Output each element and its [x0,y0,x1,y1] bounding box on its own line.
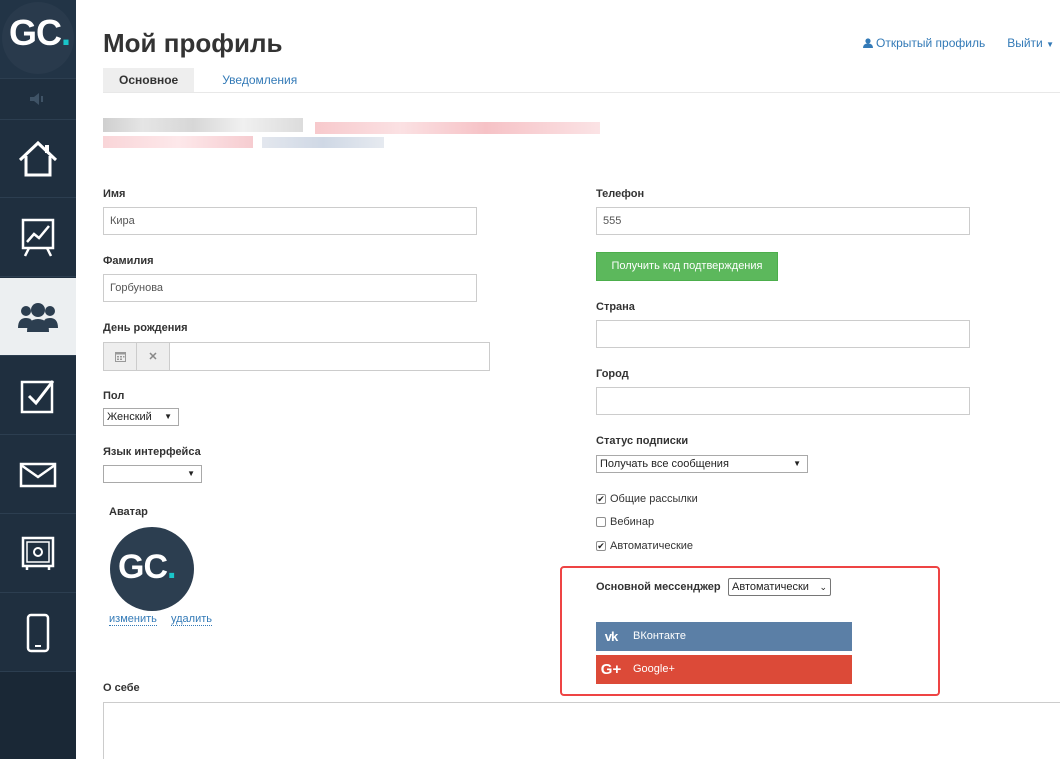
subscription-label: Статус подписки [596,435,689,447]
language-label: Язык интерфейса [103,446,201,458]
public-profile-label: Открытый профиль [875,36,986,50]
tab-main[interactable]: Основное [103,68,195,92]
first-name-label: Имя [103,188,126,200]
avatar-label: Аватар [109,506,148,518]
messenger-label: Основной мессенджер [596,581,721,593]
get-code-button[interactable]: Получить код подтверждения [596,252,778,281]
mobile-phone-icon [26,613,50,652]
subscription-select[interactable]: Получать все сообщения ▼ [596,455,808,473]
messenger-select-value: Автоматически [732,581,809,593]
clear-date-button[interactable]: ✕ [137,343,170,370]
public-profile-link[interactable]: Открытый профиль [862,36,986,50]
profile-tabs: Основное Уведомления [103,68,313,92]
birthday-field: ✕ [103,342,490,371]
checkbox-label: Автоматические [610,540,694,552]
checkbox-icon [20,379,55,413]
gender-label: Пол [103,390,125,402]
page-title: Мой профиль [103,28,283,58]
about-textarea[interactable] [103,702,1060,759]
vk-icon: vk [604,629,618,644]
checkbox-label: Общие рассылки [610,493,698,505]
gender-select[interactable]: Женский ▼ [103,408,179,426]
checkbox-unchecked-icon[interactable] [596,517,606,527]
logout-label: Выйти [1007,36,1043,50]
top-links: Открытый профиль Выйти ▼ [862,36,1054,50]
chevron-down-icon: ▼ [164,412,172,421]
checkbox-checked-icon[interactable]: ✔ [596,494,606,504]
nav-mobile[interactable] [0,594,76,672]
calendar-icon [114,352,126,362]
google-plus-icon: G+ [600,661,622,678]
user-icon [862,38,873,48]
sidebar-footer [0,672,76,759]
birthday-input[interactable] [171,343,489,370]
chevron-down-icon: ▼ [187,469,195,478]
nav-home[interactable] [0,120,76,198]
nav-tasks[interactable] [0,357,76,435]
mail-icon [19,462,57,487]
close-icon: ✕ [148,351,158,363]
speaker-icon-row[interactable] [0,78,76,120]
avatar-delete-link[interactable]: удалить [171,613,213,626]
chevron-down-icon: ▼ [793,459,801,468]
gender-select-value: Женский [107,411,152,423]
last-name-label: Фамилия [103,255,154,267]
tabs-divider [103,92,1060,93]
nav-users[interactable] [0,278,76,356]
messenger-select[interactable]: Автоматически ⌄ [728,578,831,596]
safe-icon [21,536,55,570]
checkbox-label: Вебинар [610,516,655,528]
caret-down-icon: ▼ [1046,40,1054,49]
birthday-label: День рождения [103,322,188,334]
phone-label: Телефон [596,188,645,200]
speaker-icon [30,93,43,105]
avatar-change-link[interactable]: изменить [109,613,157,626]
about-label: О себе [103,682,140,694]
phone-input[interactable]: 555 [596,207,970,235]
vk-label: ВКонтакте [633,630,686,642]
checkbox-webinar[interactable]: Вебинар [596,516,654,528]
logout-menu[interactable]: Выйти ▼ [1007,36,1054,50]
nav-messages[interactable] [0,436,76,514]
logo-text: GC. [9,12,71,53]
nav-safe[interactable] [0,515,76,593]
city-label: Город [596,368,629,380]
google-login-button[interactable]: G+ Google+ [596,655,852,684]
home-icon [18,140,58,176]
country-input[interactable] [596,320,970,348]
vk-login-button[interactable]: vk ВКонтакте [596,622,852,651]
avatar-logo-text: GC. [118,548,177,586]
chart-board-icon [21,218,55,257]
calendar-button[interactable] [104,343,137,370]
country-label: Страна [596,301,635,313]
checkbox-checked-icon[interactable]: ✔ [596,541,606,551]
last-name-input[interactable]: Горбунова [103,274,477,302]
subscription-select-value: Получать все сообщения [600,458,729,470]
users-icon [18,302,58,332]
language-select[interactable]: ▼ [103,465,202,483]
chevron-down-icon: ⌄ [819,582,827,592]
city-input[interactable] [596,387,970,415]
first-name-input[interactable]: Кира [103,207,477,235]
nav-reports[interactable] [0,199,76,277]
app-logo[interactable]: GC. [0,0,76,78]
tab-notifications[interactable]: Уведомления [194,68,313,92]
google-label: Google+ [633,663,675,675]
checkbox-general-mailings[interactable]: ✔ Общие рассылки [596,493,698,505]
checkbox-automatic[interactable]: ✔ Автоматические [596,540,693,552]
sidebar: GC. [0,0,76,759]
